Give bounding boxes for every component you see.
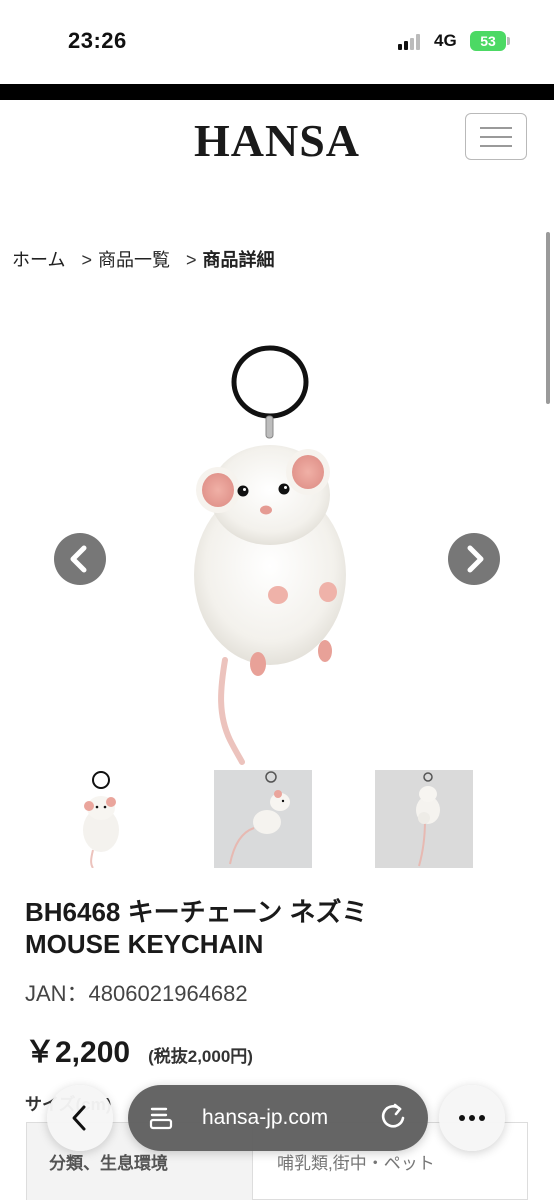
jan-code: JAN：4806021964682 (25, 981, 248, 1006)
thumbnail-2-image (229, 771, 290, 865)
hamburger-line (480, 136, 512, 138)
spec-value: 哺乳類,街中・ペット (277, 1154, 435, 1173)
prev-image-button[interactable] (54, 533, 106, 585)
thumbnail-3[interactable] (375, 770, 473, 868)
back-chevron-icon (72, 1105, 86, 1131)
reload-icon[interactable] (362, 1085, 428, 1151)
thumbnail-1-image (83, 771, 119, 868)
status-bar: 23:26 4G 53 (0, 0, 554, 84)
url-text[interactable]: hansa-jp.com (202, 1106, 328, 1130)
thumbnail-3-image (416, 772, 440, 867)
breadcrumb-separator: > (81, 250, 92, 270)
breadcrumb-home[interactable]: ホーム (12, 250, 65, 270)
more-dots-icon (459, 1115, 485, 1121)
breadcrumb-product-list[interactable]: 商品一覧 (98, 250, 170, 270)
product-title-line1: BH6468 キーチェーン ネズミ (25, 897, 368, 927)
address-bar[interactable]: hansa-jp.com (128, 1085, 428, 1151)
product-title-line2: MOUSE KEYCHAIN (25, 929, 264, 959)
spec-label: 分類、生息環境 (49, 1154, 168, 1173)
thumbnail-2[interactable] (214, 770, 312, 868)
site-header: HANSA (0, 100, 554, 190)
hamburger-menu-icon (480, 127, 512, 129)
breadcrumb-current: 商品詳細 (202, 250, 275, 270)
tax-note: (税抜2,000円) (148, 1047, 253, 1066)
chevron-right-icon (467, 545, 484, 573)
signal-strength-icon (398, 34, 424, 50)
product-main-image[interactable] (130, 330, 424, 770)
thumbnail-1[interactable] (53, 770, 151, 868)
hamburger-line (480, 145, 512, 147)
breadcrumb-separator: > (185, 250, 197, 270)
scroll-indicator[interactable] (546, 232, 550, 404)
battery-tip (507, 37, 510, 45)
page-tabs-icon[interactable] (128, 1085, 194, 1151)
next-image-button[interactable] (448, 533, 500, 585)
battery-icon: 53 (470, 31, 506, 51)
status-time: 23:26 (68, 28, 127, 53)
product-title: BH6468 キーチェーン ネズミ MOUSE KEYCHAIN (25, 896, 535, 960)
hamburger-menu-button[interactable] (465, 113, 527, 160)
breadcrumb: ホーム > 商品一覧 > 商品詳細 (12, 246, 275, 272)
browser-more-button[interactable] (439, 1085, 505, 1151)
price-line: ￥2,200 (税抜2,000円) (25, 1027, 253, 1071)
top-black-bar (0, 84, 554, 100)
chevron-left-icon (70, 545, 87, 573)
product-price: ￥2,200 (25, 1036, 131, 1069)
browser-back-button[interactable] (47, 1085, 113, 1151)
network-type: 4G (434, 31, 457, 50)
